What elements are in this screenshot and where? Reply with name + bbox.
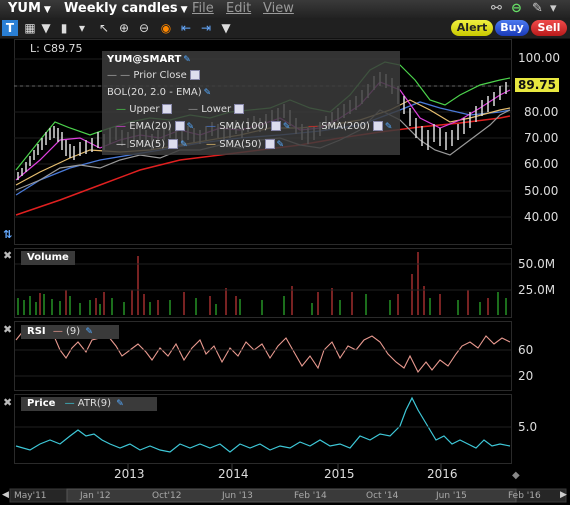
edit-icon[interactable]: ✎ (183, 55, 191, 65)
timeline-tick: Oct '14 (366, 491, 399, 501)
price-tick: 80.00 (524, 105, 559, 119)
price-tick: 70.00 (524, 131, 559, 145)
timeline-tick: Jun '15 (436, 491, 467, 501)
timeline-tick: May'11 (14, 491, 47, 501)
scroll-right-icon[interactable]: ▶ (560, 490, 567, 500)
year-label: 2016 (427, 467, 458, 481)
rsi-title: RSI (27, 326, 46, 337)
rsi-tick: 60 (518, 343, 534, 357)
year-label: 2014 (218, 467, 249, 481)
price-tick: 40.00 (524, 210, 559, 224)
edit-icon[interactable]: ✎ (277, 140, 285, 150)
close-icon[interactable]: ✖ (3, 396, 12, 409)
legend-symbol: YUM@SMART ✎ (107, 54, 191, 65)
edit-icon[interactable]: ✎ (85, 327, 93, 337)
upper-checkbox[interactable] (162, 104, 173, 114)
edit-icon[interactable]: ✎ (187, 122, 195, 132)
atr-legend: Price — ATR(9) ✎ (21, 397, 157, 411)
volume-tick: 50.0M (518, 257, 556, 271)
timeline-tick: Jun '13 (222, 491, 253, 501)
volume-tick: 25.0M (518, 283, 556, 297)
rsi-tick: 20 (518, 369, 534, 383)
volume-pane (14, 248, 512, 318)
legend-sma200: — SMA(200) ✎ (308, 121, 393, 132)
close-icon[interactable]: ✖ (3, 323, 12, 336)
timeline-tick: Feb '14 (294, 491, 327, 501)
sma5-checkbox[interactable] (168, 139, 179, 149)
ema20-checkbox[interactable] (174, 121, 185, 131)
legend-ema20: — EMA(20) ✎ (116, 121, 195, 132)
price-legend: YUM@SMART ✎ — — Prior Close BOL(20, 2.0 -… (102, 51, 400, 155)
last-price-badge: 89.75 (515, 78, 559, 92)
axis-settings-icon[interactable]: ◆ (512, 470, 520, 481)
legend-upper: — Upper (116, 104, 173, 115)
year-label: 2015 (324, 467, 355, 481)
edit-icon[interactable]: ✎ (180, 140, 188, 150)
close-icon[interactable]: ✖ (3, 249, 12, 262)
price-tick: 60.00 (524, 157, 559, 171)
atr-tick: 5.0 (518, 420, 538, 434)
legend-prior-close: — — Prior Close (107, 70, 200, 81)
timeline-tick: Feb '16 (508, 491, 541, 501)
legend-sma50: — SMA(50) ✎ (206, 139, 285, 150)
timeline-tick: Jan '12 (80, 491, 111, 501)
scroll-left-icon[interactable]: ◀ (2, 490, 9, 500)
legend-sma5: — SMA(5) ✎ (116, 139, 188, 150)
rsi-legend: RSI — (9) ✎ (21, 325, 119, 339)
price-tick: 100.00 (518, 51, 560, 65)
edit-icon[interactable]: ✎ (204, 88, 212, 98)
edit-icon[interactable]: ✎ (283, 122, 291, 132)
sma100-checkbox[interactable] (270, 121, 281, 131)
atr-indicator: ATR(9) (77, 398, 112, 409)
lower-checkbox[interactable] (234, 104, 245, 114)
price-tick: 50.00 (524, 184, 559, 198)
legend-lower: — Lower (188, 104, 245, 115)
legend-sma100: — SMA(100) ✎ (206, 121, 291, 132)
prior-close-checkbox[interactable] (189, 70, 200, 80)
volume-title: Volume (21, 251, 75, 265)
legend-bol: BOL(20, 2.0 - EMA) ✎ (107, 87, 212, 98)
rsi-indicator: (9) (66, 326, 81, 337)
atr-title: Price (27, 398, 56, 409)
edit-icon[interactable]: ✎ (385, 122, 393, 132)
year-label: 2013 (114, 467, 145, 481)
sma200-checkbox[interactable] (372, 121, 383, 131)
timeline-tick: Oct'12 (152, 491, 182, 501)
sma50-checkbox[interactable] (264, 139, 275, 149)
edit-icon[interactable]: ✎ (116, 399, 124, 409)
